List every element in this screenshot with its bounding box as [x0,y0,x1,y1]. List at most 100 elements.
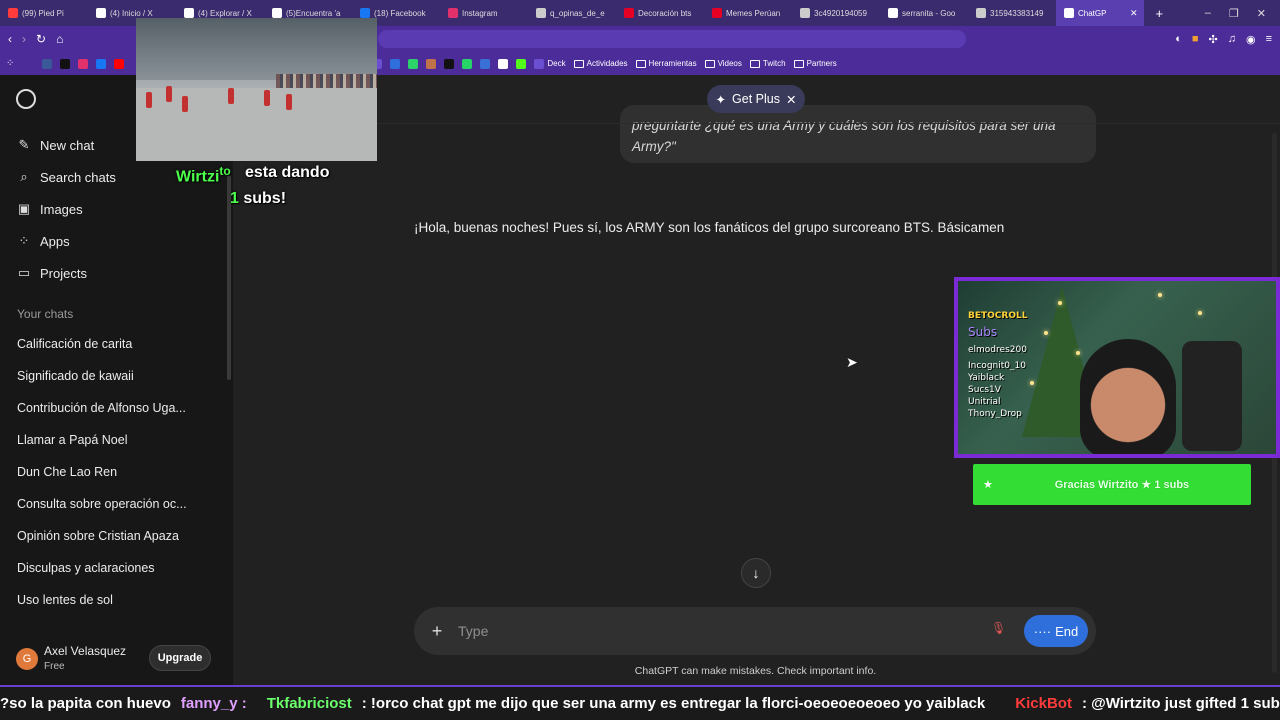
bookmark-icon[interactable] [408,58,419,69]
browser-tab[interactable]: q_opinas_de_e [528,0,616,26]
webcam-overlay-subs: Subs [968,325,998,339]
tab-favicon-icon [712,8,722,18]
search-chats-button[interactable]: ⌕ Search chats [16,169,116,185]
menu-icon[interactable]: ≡ [1266,33,1272,46]
new-tab-icon[interactable]: + [1156,6,1164,21]
chat-history-item[interactable]: Uso lentes de sol [17,593,207,607]
stream-chat-ticker: ?so la papita con huevo fanny_y : Tkfabr… [0,685,1280,720]
user-plan: Free [44,661,65,672]
bookmark-icon[interactable] [480,58,491,69]
extension-icon[interactable]: ◐ [1175,33,1182,46]
url-field[interactable] [378,30,966,48]
profile-icon[interactable]: ◉ [1246,33,1256,46]
assistant-message: ¡Hola, buenas noches! Pues sí, los ARMY … [414,220,1005,235]
minimize-icon[interactable]: – [1205,7,1211,20]
webcam-sub-name: elmodres200 [968,345,1027,355]
apps-grid-icon[interactable]: ⁘ [6,58,14,69]
chat-history-item[interactable]: Dun Che Lao Ren [17,465,207,479]
browser-tab[interactable]: 315943383149 [968,0,1056,26]
alert-line2: subs! [243,190,287,207]
video-floor [136,88,377,161]
browser-tab[interactable]: 3c4920194059 [792,0,880,26]
bookmark-icon[interactable] [42,58,53,69]
close-tab-icon[interactable]: ✕ [1130,8,1138,19]
user-name: Axel Velasquez [44,644,127,658]
pencil-icon: ✎ [18,137,30,152]
chat-history-item[interactable]: Calificación de carita [17,337,207,351]
star-icon: ★ [983,479,993,491]
chat-history-item[interactable]: Opinión sobre Cristian Apaza [17,529,207,543]
upgrade-button[interactable]: Upgrade [149,645,211,671]
chatgpt-logo-icon[interactable] [16,89,36,109]
webcam-sub-name: Unitrial [968,397,1001,407]
mic-off-icon[interactable]: 🎙 [991,621,1006,635]
bookmark-icon[interactable] [114,58,125,69]
projects-button[interactable]: ▭ Projects [16,265,87,281]
bookmark-icon[interactable] [78,58,89,69]
tab-label: Decoración bts [638,8,692,18]
folder-icon: ▭ [17,265,31,280]
tab-favicon-icon [8,8,18,18]
media-icon[interactable]: ♫ [1228,33,1236,46]
bookmark-icon[interactable] [498,58,509,69]
apps-button[interactable]: ⁘ Apps [16,233,70,249]
disclaimer: ChatGPT can make mistakes. Check importa… [634,665,877,677]
end-voice-button[interactable]: ···· End [1024,615,1088,647]
bookmark-folder[interactable]: Actividades [573,59,628,68]
tab-label: 3c4920194059 [814,8,867,18]
video-dancer [146,92,152,108]
bookmark-folder[interactable]: Videos [704,59,742,68]
browser-tab[interactable]: Memes Perúan [704,0,792,26]
images-button[interactable]: ▣ Images [16,201,83,217]
video-dancer [182,96,188,112]
browser-tab[interactable]: Instagram [440,0,528,26]
browser-tab[interactable]: (99) Pied Pi [0,0,88,26]
browser-tab[interactable]: Decoración bts [616,0,704,26]
chat-history-item[interactable]: Consulta sobre operación oc... [17,497,207,511]
folder-icon [793,59,804,68]
alert-username: Wirtzi [176,168,220,186]
close-icon[interactable]: ✕ [786,92,796,107]
extension-icon[interactable]: ■ [1192,33,1199,46]
chat-history-item[interactable]: Llamar a Papá Noel [17,433,207,447]
apps-icon: ⁘ [18,233,30,248]
light [1076,351,1080,355]
add-attachment-button[interactable]: + [426,620,448,642]
chat-history-item[interactable]: Disculpas y aclaraciones [17,561,207,575]
bookmark-folder[interactable]: Herramientas [635,59,697,68]
streamer-webcam: BETOCROLL Subs elmodres200 Incognit0_10 … [954,277,1280,458]
bookmark-folder[interactable]: Twitch [749,59,786,68]
home-icon[interactable]: ⌂ [56,32,63,46]
chat-history-item[interactable]: Contribución de Alfonso Uga... [17,401,207,415]
bookmark-icon[interactable] [60,58,71,69]
video-dancer [228,88,234,104]
prompt-input[interactable] [458,619,958,643]
scroll-down-button[interactable]: ↓ [741,558,771,588]
bookmark-deck[interactable]: Deck [534,58,566,69]
thanks-banner: ★ Gracias Wirtzito ★ 1 subs [973,464,1251,505]
whatsapp-icon[interactable] [462,58,473,69]
new-chat-button[interactable]: ✎ New chat [16,137,95,153]
browser-tab[interactable]: serranita - Goo [880,0,968,26]
puzzle-icon[interactable]: ✣ [1209,33,1218,46]
folder-icon [704,59,715,68]
bookmark-icon[interactable] [426,58,437,69]
forward-icon[interactable]: › [22,32,26,46]
chat-history-item[interactable]: Significado de kawaii [17,369,207,383]
user-profile-row[interactable]: G Axel Velasquez Free Upgrade [14,642,224,678]
light [1158,293,1162,297]
close-window-icon[interactable]: ✕ [1257,7,1266,20]
bookmark-folder[interactable]: Partners [793,59,837,68]
avatar: G [16,648,38,670]
restore-icon[interactable]: ❐ [1229,7,1239,20]
bookmark-icon[interactable] [96,58,107,69]
get-plus-button[interactable]: ✦ Get Plus ✕ [707,85,805,113]
bookmark-icon[interactable] [444,58,455,69]
reload-icon[interactable]: ↻ [36,32,46,46]
webcam-sub-name: Incognit0_10 [968,361,1026,371]
light [1044,331,1048,335]
tab-favicon-icon [536,8,546,18]
back-icon[interactable]: ‹ [8,32,12,46]
bookmark-icon[interactable] [390,58,401,69]
bookmark-icon[interactable] [516,58,527,69]
